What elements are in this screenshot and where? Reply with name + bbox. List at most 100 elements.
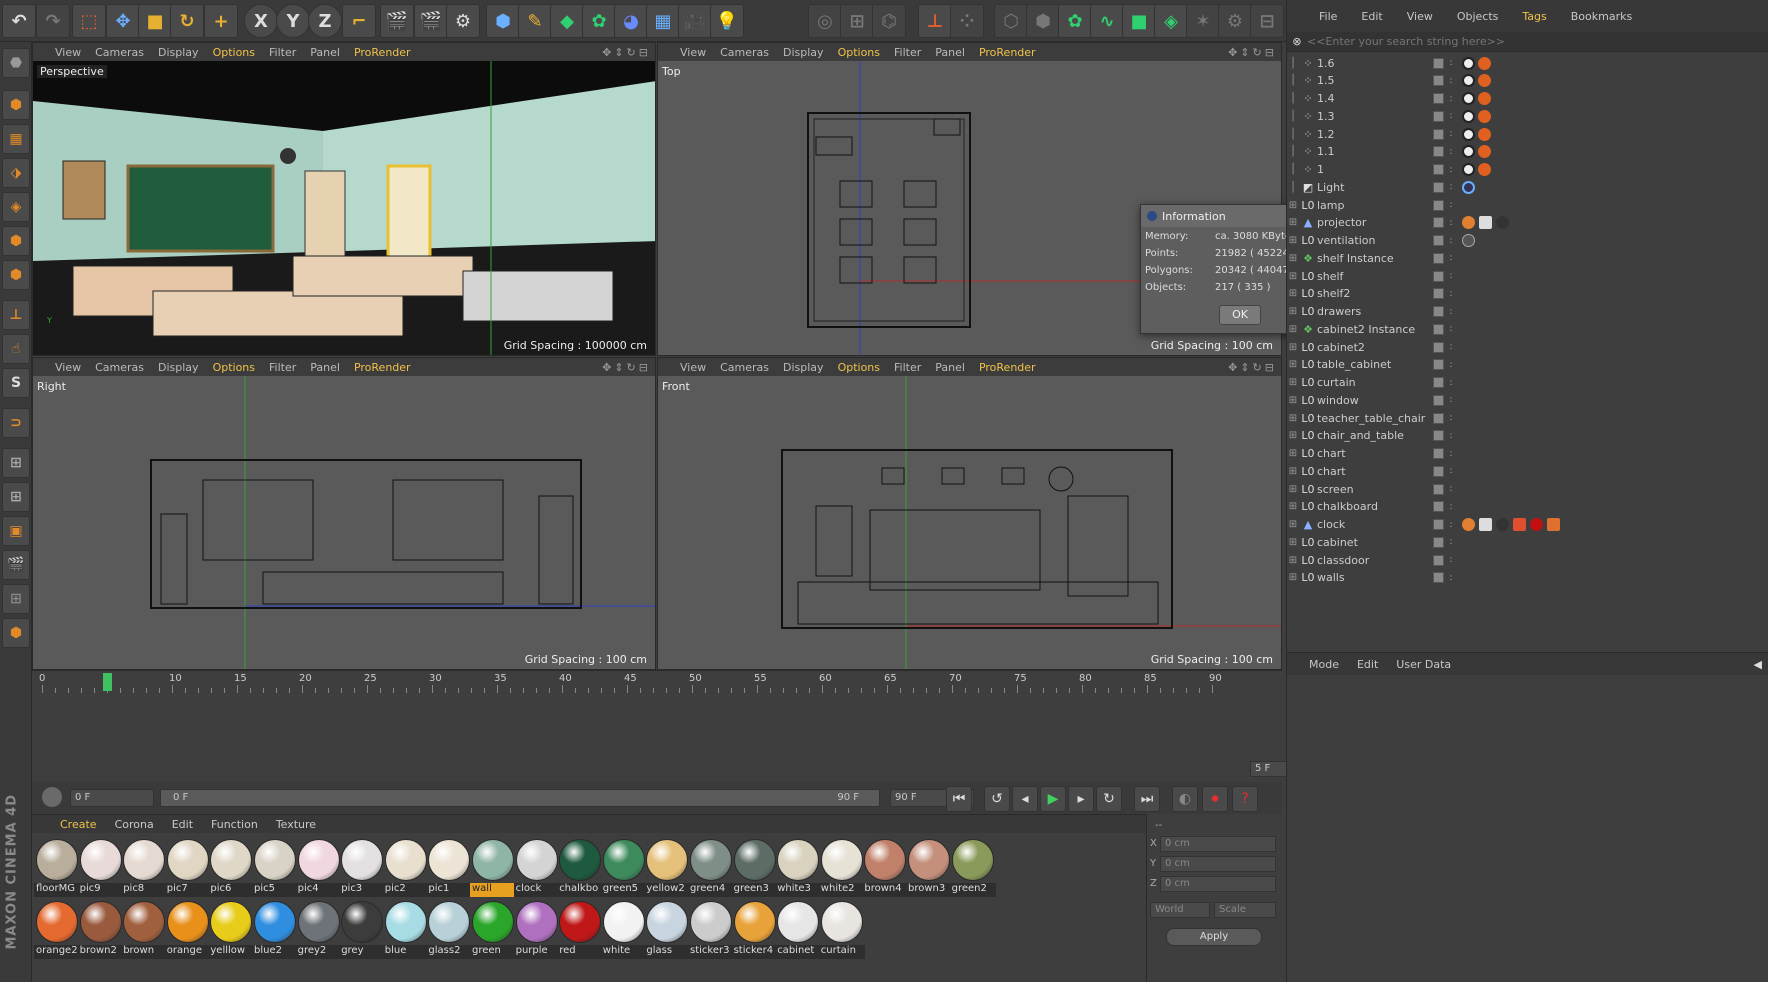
render-visibility-dots[interactable]: : bbox=[1444, 466, 1458, 476]
sculpt-button[interactable]: ∿ bbox=[1090, 4, 1124, 38]
object-row[interactable]: ⊞ L0 chair_and_table: bbox=[1287, 427, 1768, 445]
material-swatch[interactable]: glass bbox=[644, 899, 691, 961]
uv-tool-icon[interactable]: ⊞ bbox=[2, 584, 30, 614]
render-visibility-dots[interactable]: : bbox=[1444, 555, 1458, 565]
current-frame-marker[interactable] bbox=[103, 673, 112, 691]
layout-button[interactable]: ⊟ bbox=[1250, 4, 1284, 38]
menu-panel[interactable]: Panel bbox=[935, 361, 965, 374]
object-row[interactable]: ⊞ L0 walls: bbox=[1287, 569, 1768, 587]
object-row[interactable]: │ ⁘ 1.3: bbox=[1287, 107, 1768, 125]
tree-line-icon[interactable]: │ bbox=[1287, 58, 1299, 69]
object-row[interactable]: ⊞ L0 shelf: bbox=[1287, 267, 1768, 285]
menu-panel[interactable]: Panel bbox=[310, 361, 340, 374]
uv-button[interactable]: ⚙ bbox=[1218, 4, 1252, 38]
pos-y-field[interactable]: 0 cm bbox=[1160, 856, 1276, 872]
material-swatch[interactable]: orange bbox=[164, 899, 211, 961]
object-name[interactable]: 1.6 bbox=[1317, 57, 1429, 70]
object-name[interactable]: chalkboard bbox=[1317, 500, 1429, 513]
menu-options[interactable]: Options bbox=[838, 361, 880, 374]
display-tag-icon[interactable] bbox=[1462, 145, 1475, 159]
search-clear-icon[interactable]: ⊗ bbox=[1287, 35, 1307, 48]
tweak-icon[interactable]: ☝ bbox=[2, 334, 30, 364]
material-swatch[interactable]: blue2 bbox=[252, 899, 298, 961]
pos-z-field[interactable]: 0 cm bbox=[1160, 876, 1276, 892]
object-name[interactable]: cabinet2 bbox=[1317, 341, 1429, 354]
editor-visibility-icon[interactable] bbox=[1433, 146, 1444, 158]
editor-visibility-icon[interactable] bbox=[1433, 217, 1444, 229]
material-swatch[interactable]: sticker4 bbox=[731, 899, 778, 961]
prev-frame-button[interactable]: ◂ bbox=[1012, 786, 1038, 812]
record-button[interactable]: ⏺ bbox=[1202, 786, 1228, 812]
expand-icon[interactable]: ⊞ bbox=[1287, 235, 1299, 246]
render-visibility-dots[interactable]: : bbox=[1444, 271, 1458, 281]
menu-prorender[interactable]: ProRender bbox=[979, 46, 1036, 59]
object-name[interactable]: cabinet bbox=[1317, 536, 1429, 549]
object-row[interactable]: │ ⁘ 1: bbox=[1287, 161, 1768, 179]
tree-line-icon[interactable]: │ bbox=[1287, 111, 1299, 122]
render-visibility-dots[interactable]: : bbox=[1444, 165, 1458, 175]
y-axis-button[interactable]: Y bbox=[276, 4, 310, 38]
next-key-button[interactable]: ↻ bbox=[1096, 786, 1122, 812]
object-name[interactable]: chair_and_table bbox=[1317, 429, 1429, 442]
material-swatch[interactable]: green bbox=[470, 899, 516, 961]
object-name[interactable]: clock bbox=[1317, 518, 1429, 531]
object-name[interactable]: chart bbox=[1317, 465, 1429, 478]
expand-icon[interactable]: ⊞ bbox=[1287, 288, 1299, 299]
material-swatch[interactable]: green5 bbox=[600, 837, 647, 899]
object-name[interactable]: shelf Instance bbox=[1317, 252, 1429, 265]
back-arrow-icon[interactable]: ◀ bbox=[1754, 658, 1762, 671]
material-swatch[interactable]: pic7 bbox=[164, 837, 211, 899]
material-swatch[interactable]: clock bbox=[513, 837, 560, 899]
object-row[interactable]: ⊞ ▲ projector: bbox=[1287, 214, 1768, 232]
protection-tag-icon[interactable] bbox=[1478, 74, 1491, 88]
render-visibility-dots[interactable]: : bbox=[1444, 289, 1458, 299]
menu-options[interactable]: Options bbox=[838, 46, 880, 59]
expand-icon[interactable]: ⊞ bbox=[1287, 253, 1299, 264]
object-name[interactable]: shelf2 bbox=[1317, 287, 1429, 300]
render-picture-viewer-button[interactable]: 🎬 bbox=[414, 4, 448, 38]
editor-visibility-icon[interactable] bbox=[1433, 341, 1444, 353]
object-row[interactable]: ⊞ ❖ cabinet2 Instance: bbox=[1287, 320, 1768, 338]
material-swatch[interactable]: glass2 bbox=[426, 899, 473, 961]
expand-icon[interactable]: ⊞ bbox=[1287, 572, 1299, 583]
clapper-icon[interactable]: 🎬 bbox=[2, 550, 30, 580]
editor-visibility-icon[interactable] bbox=[1433, 430, 1444, 442]
render-visibility-dots[interactable]: : bbox=[1444, 537, 1458, 547]
expand-icon[interactable]: ⊞ bbox=[1287, 537, 1299, 548]
expand-icon[interactable]: ⊞ bbox=[1287, 448, 1299, 459]
object-name[interactable]: shelf bbox=[1317, 270, 1429, 283]
editor-visibility-icon[interactable] bbox=[1433, 412, 1444, 424]
material-tag-icon[interactable] bbox=[1462, 518, 1475, 531]
render-view-button[interactable]: 🎬 bbox=[380, 4, 414, 38]
timeline-ruler[interactable]: 051015202530354045505560657075808590 bbox=[39, 673, 1222, 693]
menu-view[interactable]: View bbox=[55, 361, 81, 374]
workplane-button[interactable]: ⊥ bbox=[918, 4, 952, 38]
editor-visibility-icon[interactable] bbox=[1433, 501, 1444, 513]
expand-icon[interactable]: ⊞ bbox=[1287, 519, 1299, 530]
object-name[interactable]: walls bbox=[1317, 571, 1429, 584]
object-row[interactable]: ⊞ L0 classdoor: bbox=[1287, 551, 1768, 569]
timeline-settings-icon[interactable] bbox=[42, 787, 62, 807]
material-swatch[interactable]: brown2 bbox=[77, 899, 124, 961]
object-row[interactable]: ⊞ ▲ clock: bbox=[1287, 516, 1768, 534]
mat-menu-create[interactable]: Create bbox=[60, 818, 97, 831]
om-menu-view[interactable]: View bbox=[1407, 10, 1433, 23]
editor-visibility-icon[interactable] bbox=[1433, 252, 1444, 264]
prev-key-button[interactable]: ↺ bbox=[984, 786, 1010, 812]
protection-tag-icon[interactable] bbox=[1478, 92, 1491, 105]
menu-filter[interactable]: Filter bbox=[894, 361, 921, 374]
display-tag-icon[interactable] bbox=[1462, 109, 1475, 123]
display-tag-icon[interactable] bbox=[1462, 74, 1475, 88]
material-swatch[interactable]: pic6 bbox=[208, 837, 255, 899]
editor-visibility-icon[interactable] bbox=[1433, 536, 1444, 548]
material-swatch[interactable]: chalkbo bbox=[557, 837, 604, 899]
menu-display[interactable]: Display bbox=[158, 361, 199, 374]
material-swatch[interactable]: sticker3 bbox=[688, 899, 734, 961]
object-name[interactable]: projector bbox=[1317, 216, 1429, 229]
expand-icon[interactable]: ⊞ bbox=[1287, 359, 1299, 370]
object-row[interactable]: ⊞ L0 drawers: bbox=[1287, 303, 1768, 321]
tree-line-icon[interactable]: │ bbox=[1287, 164, 1299, 175]
cube-green-button[interactable]: ■ bbox=[1122, 4, 1156, 38]
editor-visibility-icon[interactable] bbox=[1433, 377, 1444, 388]
picture-viewer-icon[interactable]: ▣ bbox=[2, 516, 30, 546]
